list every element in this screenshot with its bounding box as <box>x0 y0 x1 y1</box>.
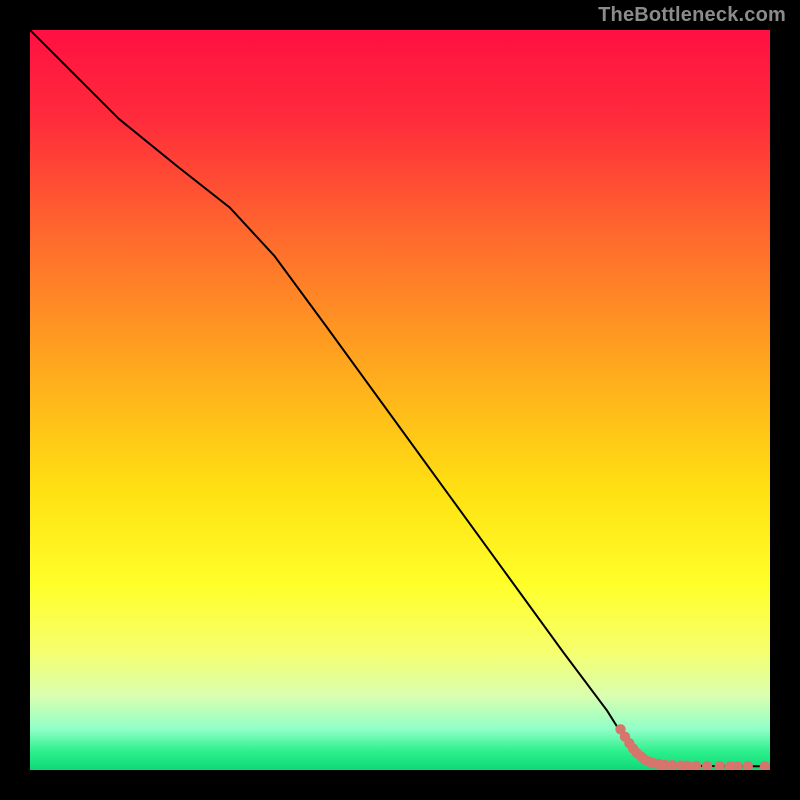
watermark-label: TheBottleneck.com <box>598 4 786 27</box>
chart-plot <box>30 30 770 770</box>
scatter-dot <box>667 760 677 770</box>
chart-svg <box>30 30 770 770</box>
chart-background <box>30 30 770 770</box>
chart-frame: TheBottleneck.com <box>0 0 800 800</box>
